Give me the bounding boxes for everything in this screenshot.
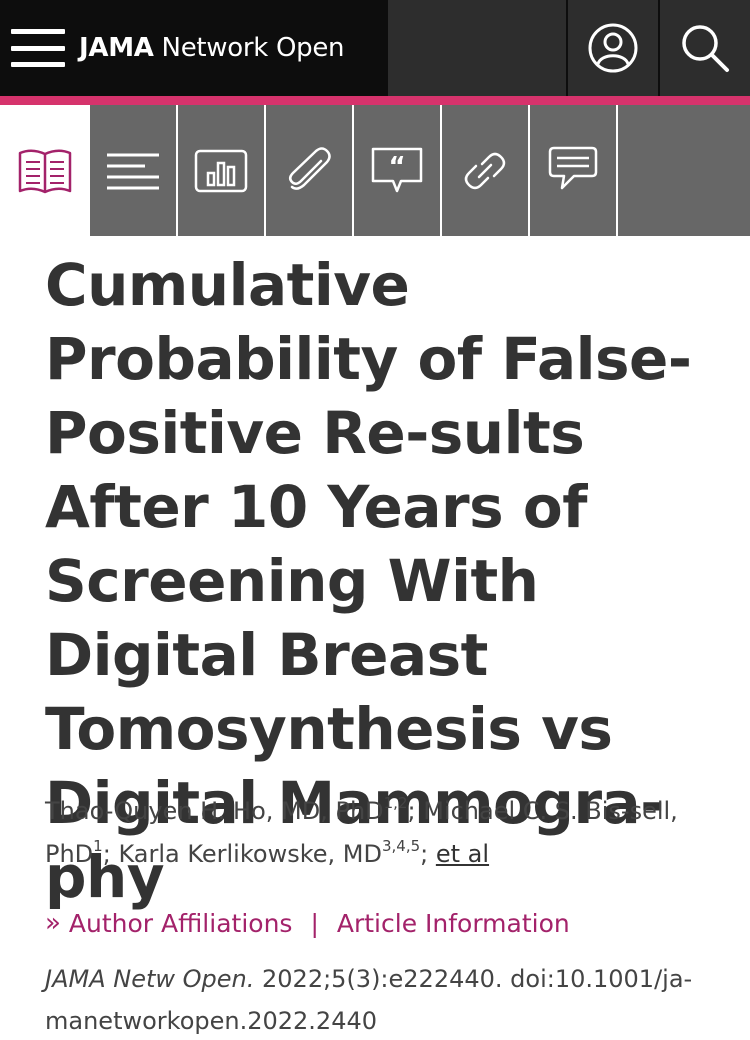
author-affiliations-link[interactable]: Author Affiliations bbox=[69, 909, 293, 938]
account-button[interactable] bbox=[566, 0, 658, 96]
topbar-spacer bbox=[388, 0, 566, 96]
et-al-link[interactable]: et al bbox=[436, 840, 489, 868]
author-list: Thao-Quyen H. Ho, MD, PhD1,2; Michael C.… bbox=[45, 790, 685, 876]
author-separator: ; bbox=[420, 840, 436, 868]
comment-icon bbox=[548, 146, 598, 189]
journal-name: JAMA Netw Open. bbox=[45, 965, 255, 993]
brand-rest-text: Network Open bbox=[153, 33, 345, 63]
accent-rule bbox=[0, 96, 750, 105]
link-separator: | bbox=[310, 908, 319, 938]
site-logo[interactable]: JAMA Network Open bbox=[79, 33, 345, 63]
text-lines-icon bbox=[107, 153, 159, 189]
tool-article[interactable] bbox=[0, 105, 90, 236]
tool-figures[interactable] bbox=[178, 105, 266, 236]
svg-text:“: “ bbox=[388, 152, 405, 182]
author-separator: ; bbox=[407, 797, 424, 825]
search-icon bbox=[682, 25, 729, 72]
book-icon bbox=[18, 149, 72, 193]
chevron-right-icon: » bbox=[45, 908, 61, 938]
tool-cite[interactable]: “ bbox=[354, 105, 442, 236]
affiliation-marker: 1,2 bbox=[383, 794, 408, 812]
citation: JAMA Netw Open. 2022;5(3):e222440. doi:1… bbox=[45, 958, 705, 1040]
search-button[interactable] bbox=[658, 0, 750, 96]
bar-chart-icon bbox=[194, 149, 248, 192]
user-icon bbox=[588, 23, 638, 73]
affiliation-marker: 3,4,5 bbox=[381, 837, 421, 855]
paperclip-icon bbox=[289, 146, 331, 190]
author-name[interactable]: Thao-Quyen H. Ho, MD, PhD bbox=[45, 797, 384, 825]
author-separator: ; bbox=[102, 840, 119, 868]
article-info-links: » Author Affiliations | Article Informat… bbox=[45, 903, 705, 943]
menu-icon[interactable] bbox=[11, 29, 65, 67]
brand-bold-text: JAMA bbox=[79, 33, 154, 63]
tool-contents[interactable] bbox=[90, 105, 178, 236]
article-information-link[interactable]: Article Information bbox=[337, 909, 570, 938]
tool-share-link[interactable] bbox=[442, 105, 530, 236]
tool-comments[interactable] bbox=[530, 105, 618, 236]
tool-supplement[interactable] bbox=[266, 105, 354, 236]
author-name[interactable]: Karla Kerlikowske, MD bbox=[118, 840, 382, 868]
top-navigation-bar: JAMA Network Open bbox=[0, 0, 750, 96]
link-icon bbox=[464, 152, 506, 189]
brand-area: JAMA Network Open bbox=[0, 0, 388, 96]
affiliation-marker: 1 bbox=[93, 837, 103, 855]
tool-more[interactable] bbox=[618, 105, 750, 236]
article-toolbar: “ bbox=[0, 105, 750, 236]
quote-icon: “ bbox=[371, 147, 423, 192]
